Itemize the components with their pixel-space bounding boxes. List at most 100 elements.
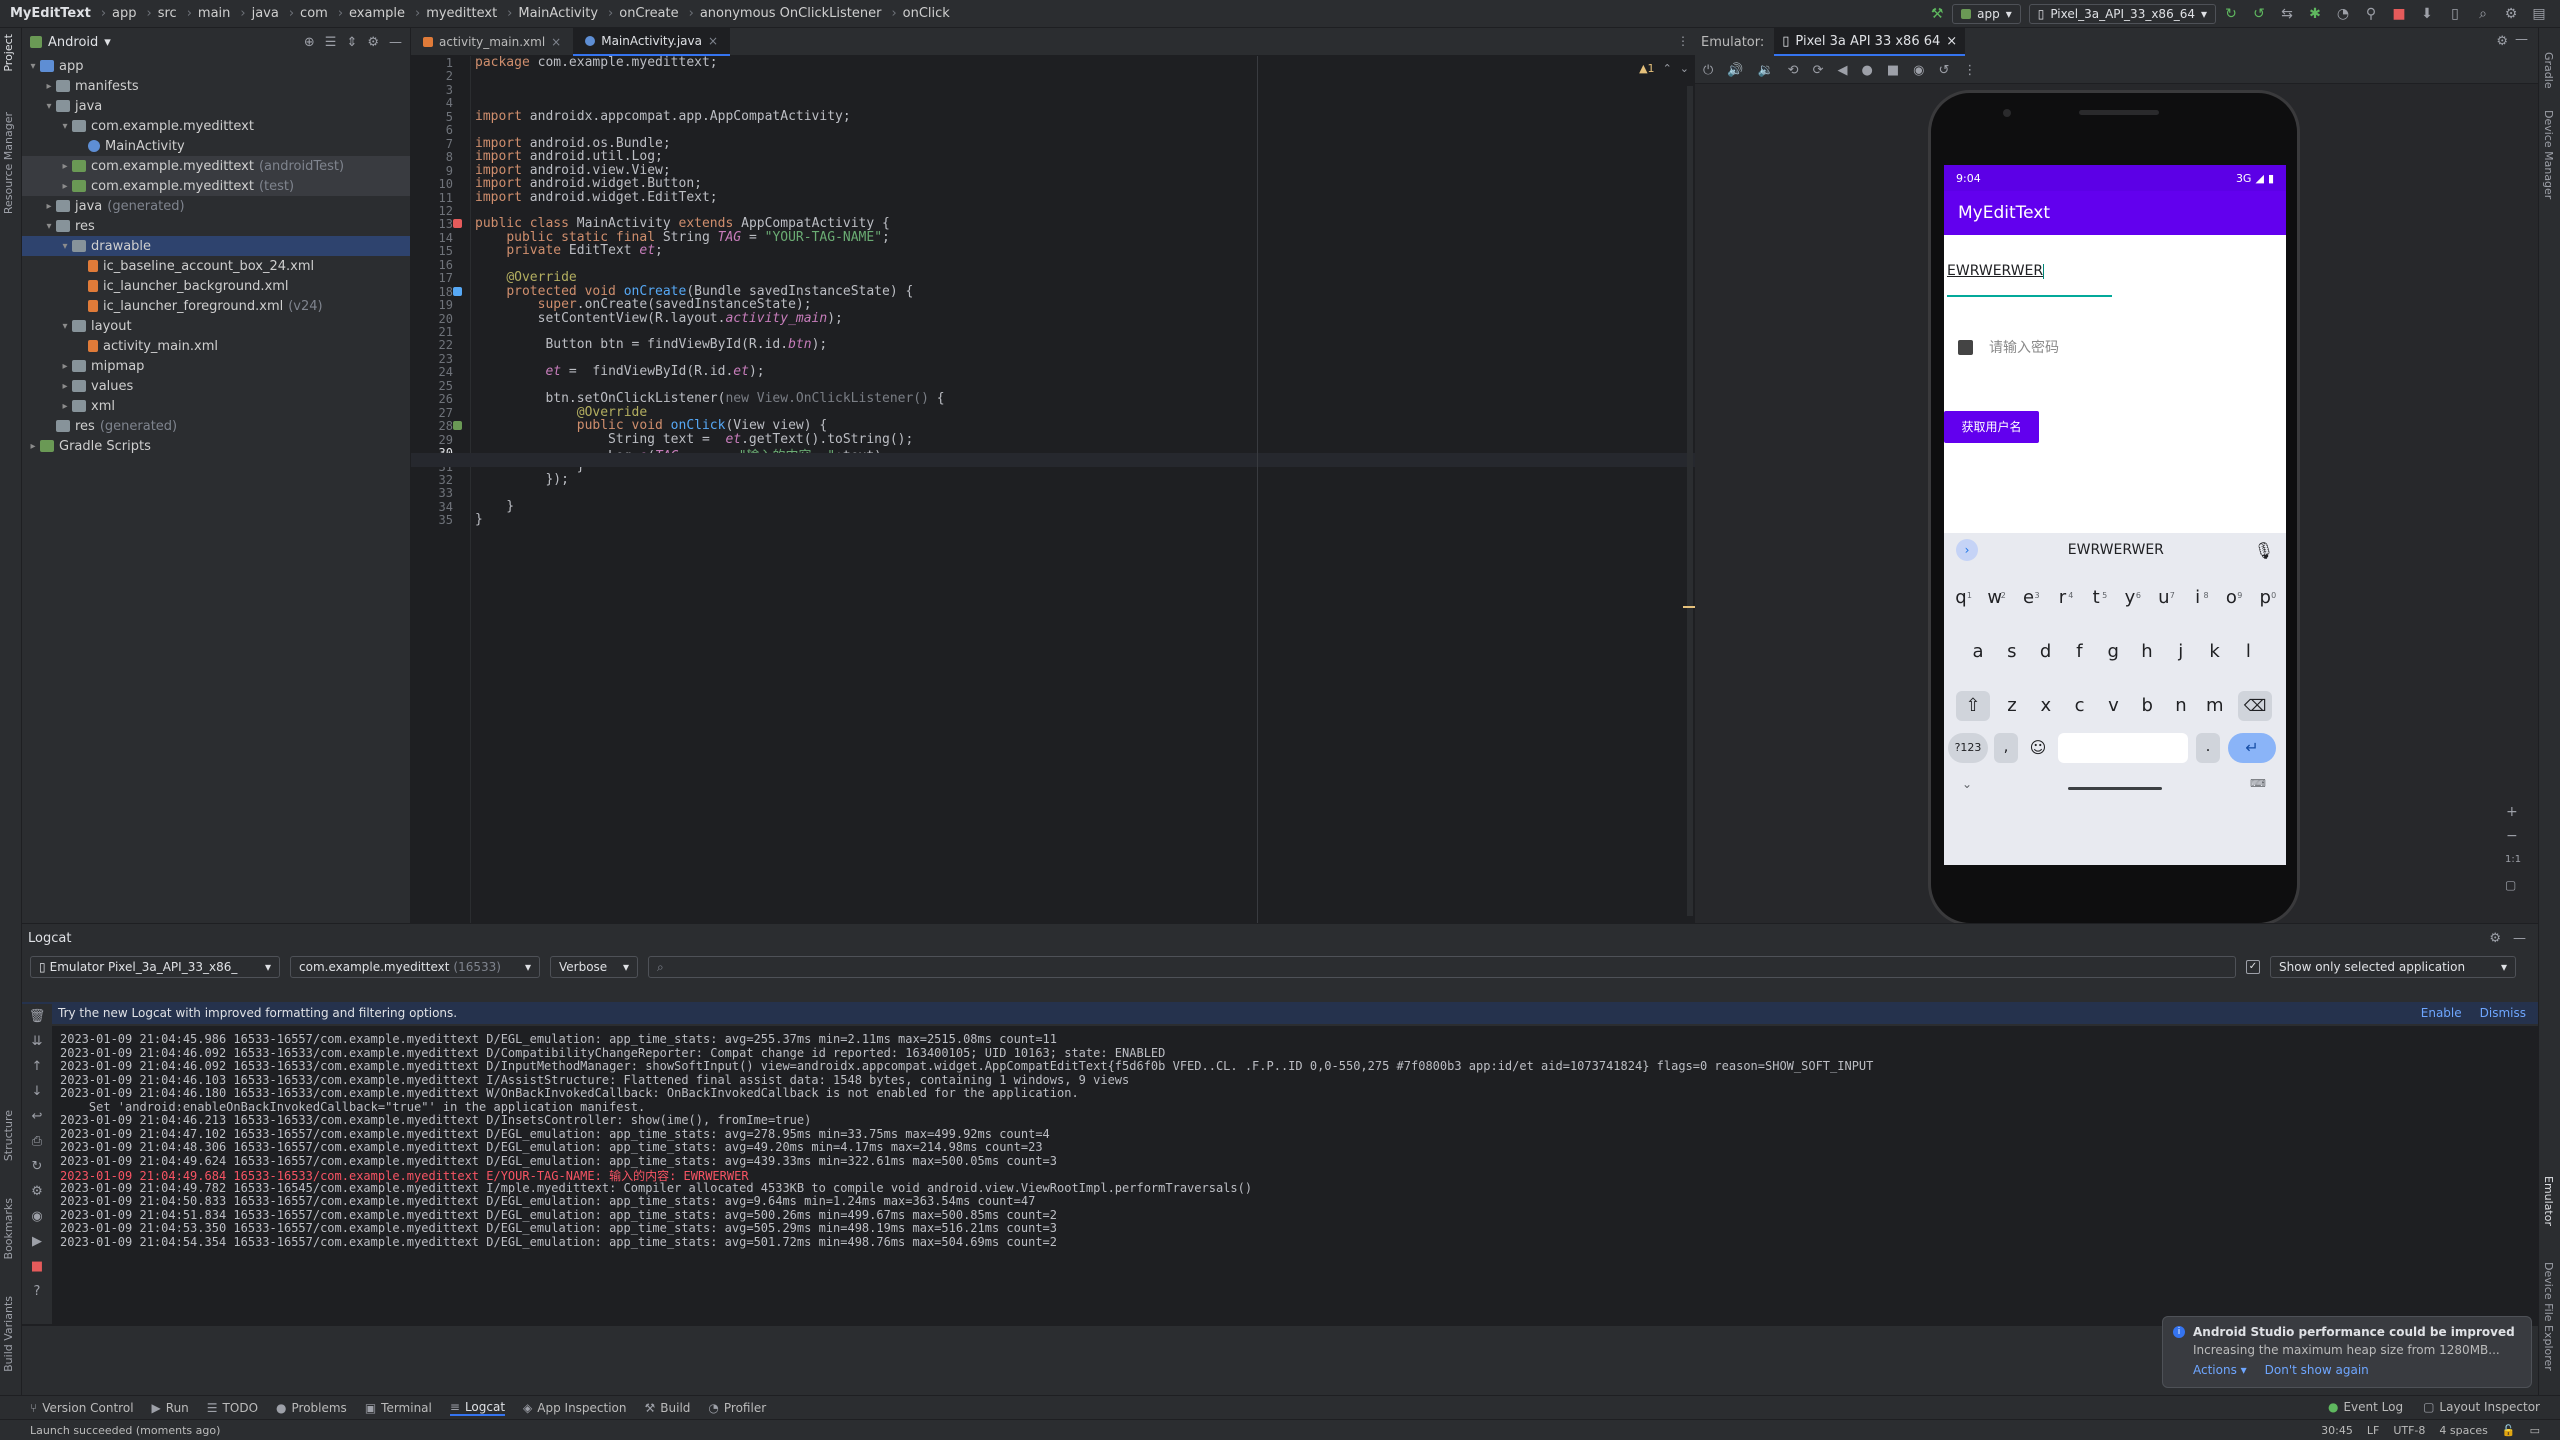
log-line[interactable]: 2023-01-09 21:04:49.624 16533-16557/com.… xyxy=(60,1154,1057,1168)
warning-marker[interactable] xyxy=(1683,606,1695,608)
zoom-actual-size[interactable]: 1:1 xyxy=(2505,854,2521,865)
keyboard-key[interactable]: h xyxy=(2133,637,2161,667)
screenshot-icon[interactable]: ◉ xyxy=(22,1204,52,1229)
logcat-output[interactable]: 2023-01-09 21:04:45.986 16533-16557/com.… xyxy=(22,1026,2538,1326)
breadcrumb-item[interactable]: example xyxy=(349,6,405,21)
log-line[interactable]: 2023-01-09 21:04:46.092 16533-16533/com.… xyxy=(60,1046,1165,1060)
device-filter-dropdown[interactable]: ▯ Emulator Pixel_3a_API_33_x86_ ▾ xyxy=(30,956,280,978)
enter-key-icon[interactable]: ↵ xyxy=(2228,733,2276,763)
keyboard-key[interactable]: g xyxy=(2099,637,2127,667)
keyboard-key[interactable]: n xyxy=(2167,691,2195,721)
log-line[interactable]: 2023-01-09 21:04:46.180 16533-16533/com.… xyxy=(60,1086,1079,1100)
phone-screen[interactable]: 9:04 3G ◢ ▮ MyEditText EWRWERWER 请输入密码 获取用… xyxy=(1944,165,2286,865)
fit-screen-icon[interactable]: ▢ xyxy=(2505,878,2516,892)
keyboard-key[interactable]: d xyxy=(2032,637,2060,667)
expand-arrow-icon[interactable]: ▾ xyxy=(26,61,40,72)
zoom-out-icon[interactable]: − xyxy=(2506,828,2518,844)
editor-scrollbar[interactable] xyxy=(1687,86,1693,916)
shift-key-icon[interactable]: ⇧ xyxy=(1956,691,1990,721)
hammer-icon[interactable]: ⚒ xyxy=(1928,5,1946,23)
settings-icon[interactable]: ⚙ xyxy=(2502,5,2520,23)
log-line[interactable]: 2023-01-09 21:04:51.834 16533-16557/com.… xyxy=(60,1208,1057,1222)
tree-item[interactable]: ▾ layout xyxy=(22,316,410,336)
code-line[interactable]: import android.widget.EditText; xyxy=(475,190,718,205)
device-file-explorer-tool-tab[interactable]: Device File Explorer xyxy=(2542,1262,2555,1371)
expand-arrow-icon[interactable]: ▸ xyxy=(42,81,56,92)
hide-icon[interactable]: — xyxy=(389,35,402,50)
down-icon[interactable]: ↓ xyxy=(22,1079,52,1104)
actions-link[interactable]: Actions ▾ xyxy=(2193,1363,2247,1377)
comma-key[interactable]: , xyxy=(1994,733,2018,763)
code-editor[interactable]: 1 2 3 4 5 6 7 8 9 10 11 12 13 14 15 16 17 18 19 20 21 22 23 24 2… xyxy=(411,55,1695,923)
keyboard-key[interactable]: p0 xyxy=(2251,583,2279,613)
get-username-button[interactable]: 获取用户名 xyxy=(1944,411,2039,443)
tool-window-button[interactable]: ☰ TODO xyxy=(207,1401,258,1415)
log-line[interactable]: 2023-01-09 21:04:46.213 16533-16533/com.… xyxy=(60,1113,811,1127)
keyboard-key[interactable]: z xyxy=(1998,691,2026,721)
emulator-device-tab[interactable]: ▯ Pixel 3a API 33 x86 64 × xyxy=(1774,28,1966,56)
chevron-right-icon[interactable]: › xyxy=(1956,539,1978,561)
keyboard-key[interactable]: w2 xyxy=(1981,583,2009,613)
breadcrumb-item[interactable]: onCreate xyxy=(619,6,678,21)
keyboard-key[interactable]: l xyxy=(2234,637,2262,667)
log-line[interactable]: 2023-01-09 21:04:48.306 16533-16557/com.… xyxy=(60,1140,1043,1154)
zoom-in-icon[interactable]: + xyxy=(2506,804,2518,820)
keyboard-key[interactable]: c xyxy=(2066,691,2094,721)
tree-item[interactable]: ▸ com.example.myedittext (test) xyxy=(22,176,410,196)
back-icon[interactable]: ◀ xyxy=(1837,63,1847,78)
soft-wrap-icon[interactable]: ↩ xyxy=(22,1104,52,1129)
gear-icon[interactable]: ⚙ xyxy=(2489,931,2501,946)
expand-arrow-icon[interactable]: ▸ xyxy=(58,181,72,192)
breadcrumb-item[interactable]: java xyxy=(252,6,279,21)
chevron-down-icon[interactable]: ⌄ xyxy=(1962,777,1972,791)
code-line[interactable]: private EditText et; xyxy=(475,243,663,258)
code-line[interactable]: } xyxy=(475,512,483,527)
keyboard-key[interactable]: o9 xyxy=(2217,583,2245,613)
target-icon[interactable]: ⊕ xyxy=(304,35,315,50)
resource-manager-tool-tab[interactable]: Resource Manager xyxy=(2,112,15,214)
keyboard-key[interactable]: u7 xyxy=(2150,583,2178,613)
screenshot-icon[interactable]: ◉ xyxy=(1913,63,1924,78)
keyboard-key[interactable]: i8 xyxy=(2184,583,2212,613)
keyboard-key[interactable]: y6 xyxy=(2116,583,2144,613)
breadcrumb-item[interactable]: com xyxy=(300,6,328,21)
help-icon[interactable]: ? xyxy=(22,1279,52,1304)
log-line[interactable]: 2023-01-09 21:04:46.103 16533-16533/com.… xyxy=(60,1073,1129,1087)
inspection-widget[interactable]: ▲1 ⌃ ⌄ xyxy=(1639,62,1689,75)
code-line[interactable]: setContentView(R.layout.activity_main); xyxy=(475,311,843,326)
code-line[interactable]: et = findViewById(R.id.et); xyxy=(475,364,764,379)
project-view-selector[interactable]: Android ▾ xyxy=(30,35,111,50)
log-level-dropdown[interactable]: Verbose ▾ xyxy=(550,956,638,978)
clear-log-icon[interactable]: 🗑 xyxy=(22,1004,52,1029)
power-icon[interactable]: ⏻ xyxy=(1703,63,1713,78)
sync-icon[interactable]: ⇆ xyxy=(2278,5,2296,23)
tree-item[interactable]: ▸ mipmap xyxy=(22,356,410,376)
filter-mode-dropdown[interactable]: Show only selected application ▾ xyxy=(2270,956,2516,978)
tool-window-button[interactable]: ◈ App Inspection xyxy=(523,1401,626,1415)
keyboard-key[interactable]: b xyxy=(2133,691,2161,721)
debug-icon[interactable]: ✱ xyxy=(2306,5,2324,23)
breadcrumb-item[interactable]: anonymous OnClickListener xyxy=(700,6,882,21)
settings-icon[interactable]: ⚙ xyxy=(22,1179,52,1204)
tool-window-button[interactable]: ● Event Log xyxy=(2328,1400,2403,1414)
chevron-down-icon[interactable]: ⌄ xyxy=(1680,62,1689,75)
code-line[interactable]: }); xyxy=(475,472,568,487)
keyboard-key[interactable]: j xyxy=(2167,637,2195,667)
breadcrumb-item[interactable]: MainActivity xyxy=(518,6,598,21)
expand-arrow-icon[interactable]: ▾ xyxy=(42,221,56,232)
expand-arrow-icon[interactable]: ▸ xyxy=(58,361,72,372)
tree-item[interactable]: ▾ drawable xyxy=(22,236,410,256)
tree-item[interactable]: ▾ java xyxy=(22,96,410,116)
keyboard-key[interactable]: r4 xyxy=(2048,583,2076,613)
tool-window-button[interactable]: ▶ Run xyxy=(152,1401,189,1415)
microphone-icon[interactable]: 🎙 xyxy=(2254,541,2274,560)
code-line[interactable]: package com.example.myedittext; xyxy=(475,55,718,70)
project-tool-tab[interactable]: Project xyxy=(2,34,15,72)
log-line[interactable]: 2023-01-09 21:04:45.986 16533-16557/com.… xyxy=(60,1032,1057,1046)
expand-arrow-icon[interactable]: ▸ xyxy=(58,381,72,392)
keyboard-key[interactable]: x xyxy=(2032,691,2060,721)
tree-item[interactable]: res (generated) xyxy=(22,416,410,436)
stop-icon[interactable]: ■ xyxy=(2390,5,2408,23)
notifications-icon[interactable]: ▤ xyxy=(2530,5,2548,23)
tree-item[interactable]: ▸ xml xyxy=(22,396,410,416)
